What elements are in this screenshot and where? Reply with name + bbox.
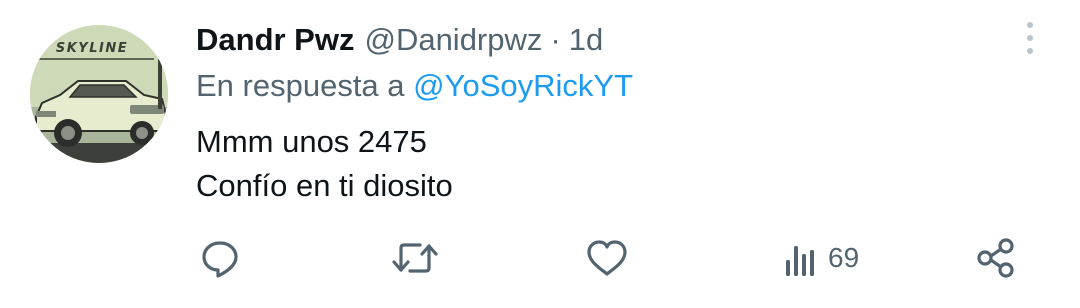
- tweet-text-line: Mmm unos 2475: [196, 124, 427, 159]
- more-dot-icon: [1027, 22, 1033, 28]
- heart-icon: [587, 240, 627, 276]
- reply-context: En respuesta a @YoSoyRickYT: [196, 68, 633, 104]
- views-count: 69: [828, 242, 860, 273]
- more-dot-icon: [1027, 48, 1033, 54]
- user-handle[interactable]: @Danidrpwz: [364, 22, 542, 58]
- more-dot-icon: [1027, 35, 1033, 41]
- car-avatar-image: SKYLINE: [30, 25, 168, 163]
- separator-dot: ·: [550, 22, 561, 57]
- svg-text:SKYLINE: SKYLINE: [56, 41, 128, 56]
- like-button[interactable]: [586, 236, 628, 280]
- tweet-header: Dandr Pwz @Danidrpwz · 1d: [196, 20, 603, 60]
- views-icon: [786, 246, 814, 276]
- retweet-button[interactable]: [392, 236, 438, 280]
- views-button[interactable]: 69: [784, 236, 859, 280]
- reply-mention-link[interactable]: @YoSoyRickYT: [413, 68, 633, 103]
- share-icon: [977, 238, 1014, 278]
- reply-prefix: En respuesta a: [196, 68, 405, 103]
- reply-button[interactable]: [200, 236, 240, 280]
- tweet-text-line: Confío en ti diosito: [196, 168, 453, 203]
- share-button[interactable]: [976, 236, 1016, 280]
- avatar[interactable]: SKYLINE: [30, 25, 168, 163]
- reply-icon: [202, 241, 238, 278]
- timestamp[interactable]: 1d: [569, 22, 603, 58]
- retweet-icon: [392, 243, 438, 273]
- display-name[interactable]: Dandr Pwz: [196, 22, 354, 58]
- more-options-button[interactable]: [1012, 18, 1048, 58]
